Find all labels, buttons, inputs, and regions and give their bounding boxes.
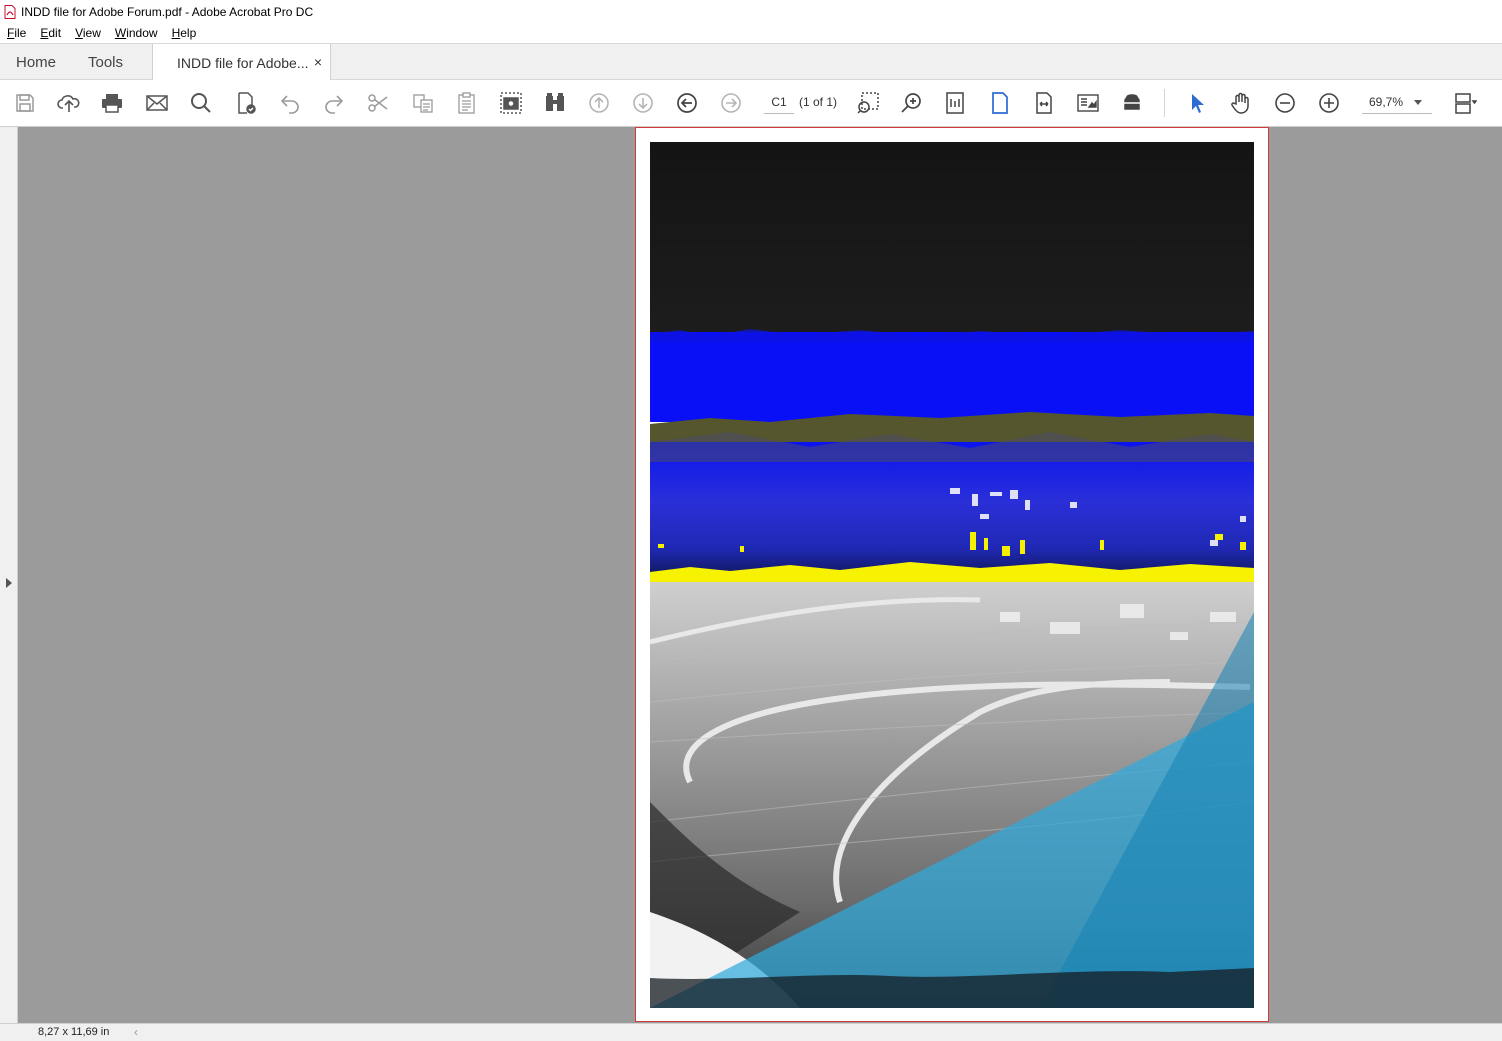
redo-icon[interactable] <box>321 90 347 116</box>
next-page-icon[interactable] <box>630 90 656 116</box>
menu-help[interactable]: Help <box>172 26 197 40</box>
pdf-page[interactable] <box>635 127 1269 1022</box>
close-tab-icon[interactable]: × <box>314 54 322 70</box>
zoom-value: 69,7% <box>1369 95 1404 109</box>
page-dimensions-label: 8,27 x 11,69 in <box>38 1026 110 1038</box>
chevron-down-icon[interactable] <box>1414 100 1422 105</box>
tab-home[interactable]: Home <box>16 44 56 80</box>
save-icon[interactable] <box>12 90 38 116</box>
window-title: INDD file for Adobe Forum.pdf - Adobe Ac… <box>21 4 314 19</box>
menu-edit[interactable]: Edit <box>40 26 61 40</box>
acrobat-file-icon <box>4 4 16 19</box>
title-bar: INDD file for Adobe Forum.pdf - Adobe Ac… <box>0 0 1502 23</box>
forward-icon[interactable] <box>718 90 744 116</box>
menu-window[interactable]: Window <box>115 26 158 40</box>
upload-cloud-icon[interactable] <box>56 90 82 116</box>
scroll-left-icon[interactable]: ‹ <box>134 1025 138 1039</box>
snapshot-icon[interactable] <box>498 90 524 116</box>
status-bar: 8,27 x 11,69 in ‹ <box>0 1023 1502 1041</box>
page-count-label: (1 of 1) <box>799 95 838 109</box>
tab-bar: Home Tools INDD file for Adobe... × <box>0 43 1502 81</box>
menu-file[interactable]: File <box>7 26 26 40</box>
page-number-input[interactable]: C1 <box>764 92 794 114</box>
print-icon[interactable] <box>99 90 125 116</box>
menu-view[interactable]: View <box>75 26 101 40</box>
zoom-level-input[interactable]: 69,7% <box>1362 92 1432 114</box>
expand-panel-icon[interactable] <box>6 578 12 588</box>
cut-icon[interactable] <box>365 90 391 116</box>
toolbar <box>0 80 1502 127</box>
tab-tools[interactable]: Tools <box>88 44 123 80</box>
tab-document[interactable]: INDD file for Adobe... × <box>152 44 331 81</box>
email-icon[interactable] <box>144 90 170 116</box>
previous-page-icon[interactable] <box>586 90 612 116</box>
compare-icon[interactable] <box>542 90 568 116</box>
search-icon[interactable] <box>188 90 214 116</box>
protect-icon[interactable] <box>233 90 259 116</box>
page-artwork-image <box>650 142 1254 1008</box>
tab-document-label: INDD file for Adobe... <box>177 54 309 71</box>
undo-icon[interactable] <box>277 90 303 116</box>
copy-icon[interactable] <box>410 90 436 116</box>
paste-icon[interactable] <box>454 90 480 116</box>
left-panel-toggle[interactable] <box>0 127 18 1023</box>
menu-bar: File Edit View Window Help <box>0 23 1502 43</box>
back-icon[interactable] <box>674 90 700 116</box>
